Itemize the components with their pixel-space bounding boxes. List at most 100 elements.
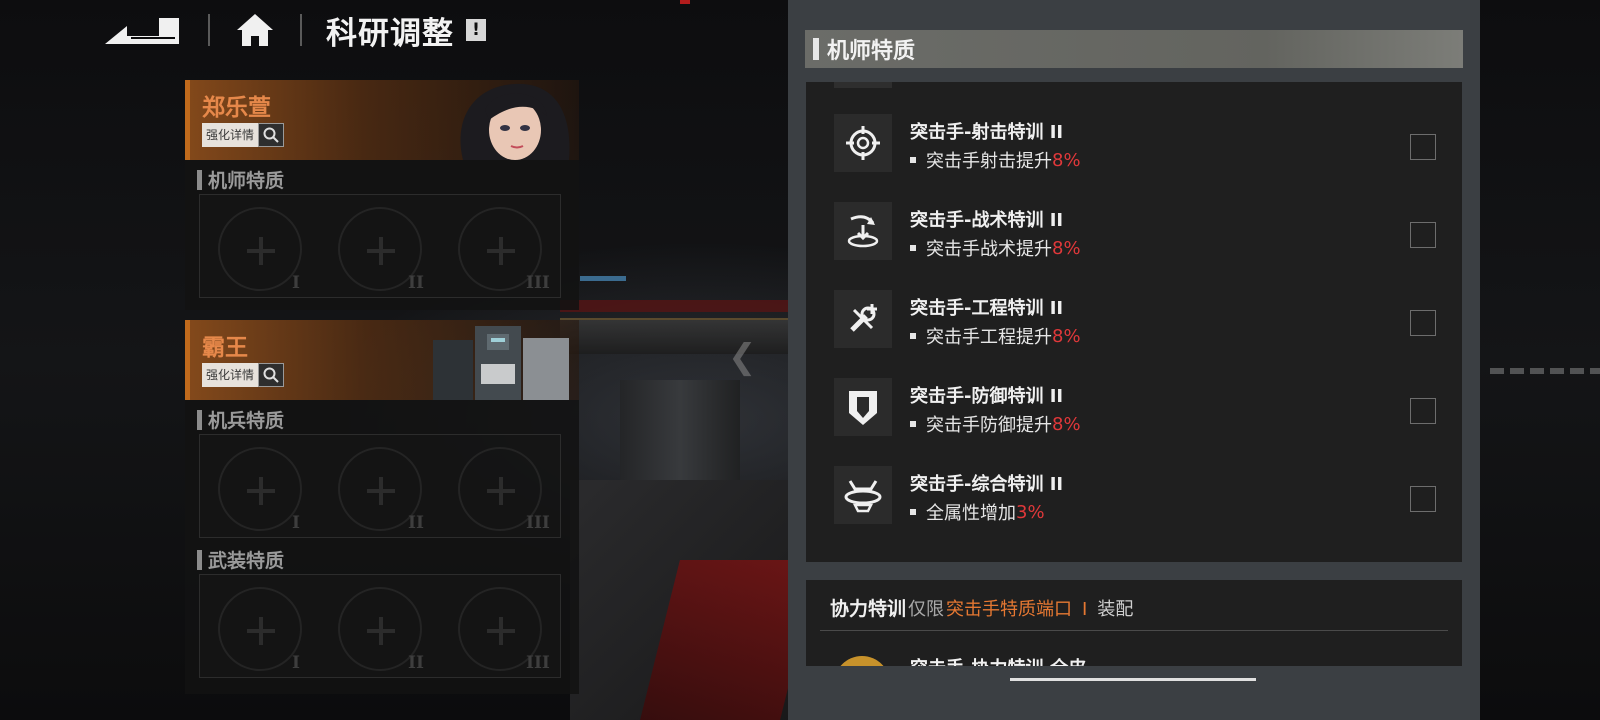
back-icon	[105, 18, 179, 44]
scene-rail-red	[560, 300, 790, 312]
loadout-panel: 郑乐萱 强化详情 机师特质 I II III 霸王 强化详情 机兵特质 I II…	[185, 80, 579, 694]
shield-icon	[834, 378, 892, 436]
weapon-trait-slots: I II III	[199, 574, 561, 678]
trait-desc: 突击手防御提升 8%	[910, 411, 1081, 437]
slot-numeral: II	[408, 513, 424, 533]
trait-checkbox[interactable]	[1410, 486, 1436, 512]
heading-bar	[813, 38, 819, 60]
scrolled-item-edge	[834, 82, 892, 88]
pilot-detail-button[interactable]: 强化详情	[202, 123, 285, 147]
slot-numeral: I	[292, 513, 300, 533]
back-button[interactable]	[100, 12, 184, 48]
trait-checkbox[interactable]	[1410, 222, 1436, 248]
pilot-card[interactable]: 郑乐萱 强化详情	[185, 80, 579, 160]
trait-title: 突击手-综合特训 II	[910, 474, 1064, 495]
bullet	[910, 509, 916, 515]
wrench-icon	[834, 290, 892, 348]
trait-checkbox[interactable]	[1410, 310, 1436, 336]
trait-desc-text: 突击手工程提升	[926, 327, 1052, 348]
trait-desc-text: 突击手战术提升	[926, 239, 1052, 260]
coop-divider	[820, 630, 1448, 631]
trait-row-general[interactable]: 突击手-综合特训 II 全属性增加 3%	[806, 452, 1462, 530]
trait-desc-text: 突击手射击提升	[926, 151, 1052, 172]
coop-item-icon	[834, 656, 890, 666]
header-divider	[208, 14, 210, 46]
page-title: 科研调整	[326, 15, 454, 52]
coop-item-title: 突击手-协力特训·全皮	[910, 654, 1086, 666]
coop-training-section[interactable]: 协力特训 仅限 突击手特质端口 I 装配 突击手-协力特训·全皮	[806, 580, 1462, 666]
crosshair-icon	[834, 114, 892, 172]
heading-bar	[197, 409, 202, 430]
magnifier-icon	[258, 123, 285, 147]
trait-checkbox[interactable]	[1410, 398, 1436, 424]
trait-value: 3%	[1016, 501, 1045, 523]
slot-numeral: II	[408, 273, 424, 293]
scroll-indicator[interactable]	[1010, 678, 1256, 681]
slot-numeral: II	[408, 653, 424, 673]
coop-separator: I	[1082, 599, 1088, 620]
trait-list[interactable]: 突击手-射击特训 II 突击手射击提升 8% 突击手-战术特训 II 突击手战术…	[806, 82, 1462, 562]
slot-numeral: I	[292, 653, 300, 673]
heading-text: 机师特质	[208, 170, 285, 192]
detail-label: 强化详情	[202, 123, 259, 147]
coop-port: 突击手特质端口	[946, 599, 1073, 620]
trait-list-title: 机师特质	[827, 39, 916, 64]
coop-title: 协力特训 仅限 突击手特质端口 I 装配	[830, 594, 1133, 621]
slot-numeral: III	[526, 513, 550, 533]
trait-value: 8%	[1052, 149, 1081, 171]
mech-trait-heading: 机兵特质	[197, 406, 284, 433]
trait-title: 突击手-射击特训 II	[910, 122, 1064, 143]
pilot-trait-slots: I II III	[199, 194, 561, 298]
trait-row-tactics[interactable]: 突击手-战术特训 II 突击手战术提升 8%	[806, 188, 1462, 266]
scene-blue-light	[580, 276, 626, 281]
weapon-slot-1[interactable]	[218, 587, 302, 671]
trait-row-engineering[interactable]: 突击手-工程特训 II 突击手工程提升 8%	[806, 276, 1462, 354]
slot-numeral: I	[292, 273, 300, 293]
pilot-trait-heading: 机师特质	[197, 166, 284, 193]
trait-title: 突击手-防御特训 II	[910, 386, 1064, 407]
trait-slot-1[interactable]	[218, 207, 302, 291]
trait-row-shooting[interactable]: 突击手-射击特训 II 突击手射击提升 8%	[806, 100, 1462, 178]
scene-right-lights	[1490, 368, 1600, 374]
bullet	[910, 421, 916, 427]
trait-desc-text: 全属性增加	[926, 503, 1016, 524]
slot-numeral: III	[526, 273, 550, 293]
collapse-arrow-icon[interactable]: ❮	[728, 340, 762, 374]
heading-text: 机兵特质	[208, 410, 285, 432]
slot-numeral: III	[526, 653, 550, 673]
trait-desc-text: 突击手防御提升	[926, 415, 1052, 436]
mech-detail-button[interactable]: 强化详情	[202, 363, 285, 387]
trait-list-header: 机师特质	[805, 30, 1463, 68]
header-divider	[300, 14, 302, 46]
mech-slot-1[interactable]	[218, 447, 302, 531]
mech-name: 霸王	[202, 335, 248, 361]
top-bar: 科研调整 !	[100, 10, 486, 52]
pilot-name: 郑乐萱	[202, 95, 271, 121]
orbit-icon	[834, 466, 892, 524]
trait-title: 突击手-战术特训 II	[910, 210, 1064, 231]
trait-value: 8%	[1052, 237, 1081, 259]
heading-bar	[197, 549, 202, 570]
trait-desc: 突击手战术提升 8%	[910, 235, 1081, 261]
home-icon	[237, 14, 273, 46]
bullet	[910, 157, 916, 163]
scene-light	[680, 0, 690, 4]
home-button[interactable]	[234, 12, 276, 48]
info-alert-button[interactable]: !	[466, 19, 486, 41]
trait-row-defense[interactable]: 突击手-防御特训 II 突击手防御提升 8%	[806, 364, 1462, 442]
trait-checkbox[interactable]	[1410, 134, 1436, 160]
bullet	[910, 245, 916, 251]
trait-value: 8%	[1052, 413, 1081, 435]
coop-title-main: 协力特训	[830, 598, 907, 620]
mech-trait-slots: I II III	[199, 434, 561, 538]
trait-title: 突击手-工程特训 II	[910, 298, 1064, 319]
detail-label: 强化详情	[202, 363, 259, 387]
heading-bar	[197, 169, 202, 190]
trait-desc: 全属性增加 3%	[910, 499, 1045, 525]
heading-text: 武装特质	[208, 550, 285, 572]
mech-card[interactable]: 霸王 强化详情	[185, 320, 579, 400]
weapon-trait-heading: 武装特质	[197, 546, 284, 573]
trait-desc: 突击手射击提升 8%	[910, 147, 1081, 173]
coop-limit: 仅限	[908, 599, 945, 620]
tactics-icon	[834, 202, 892, 260]
